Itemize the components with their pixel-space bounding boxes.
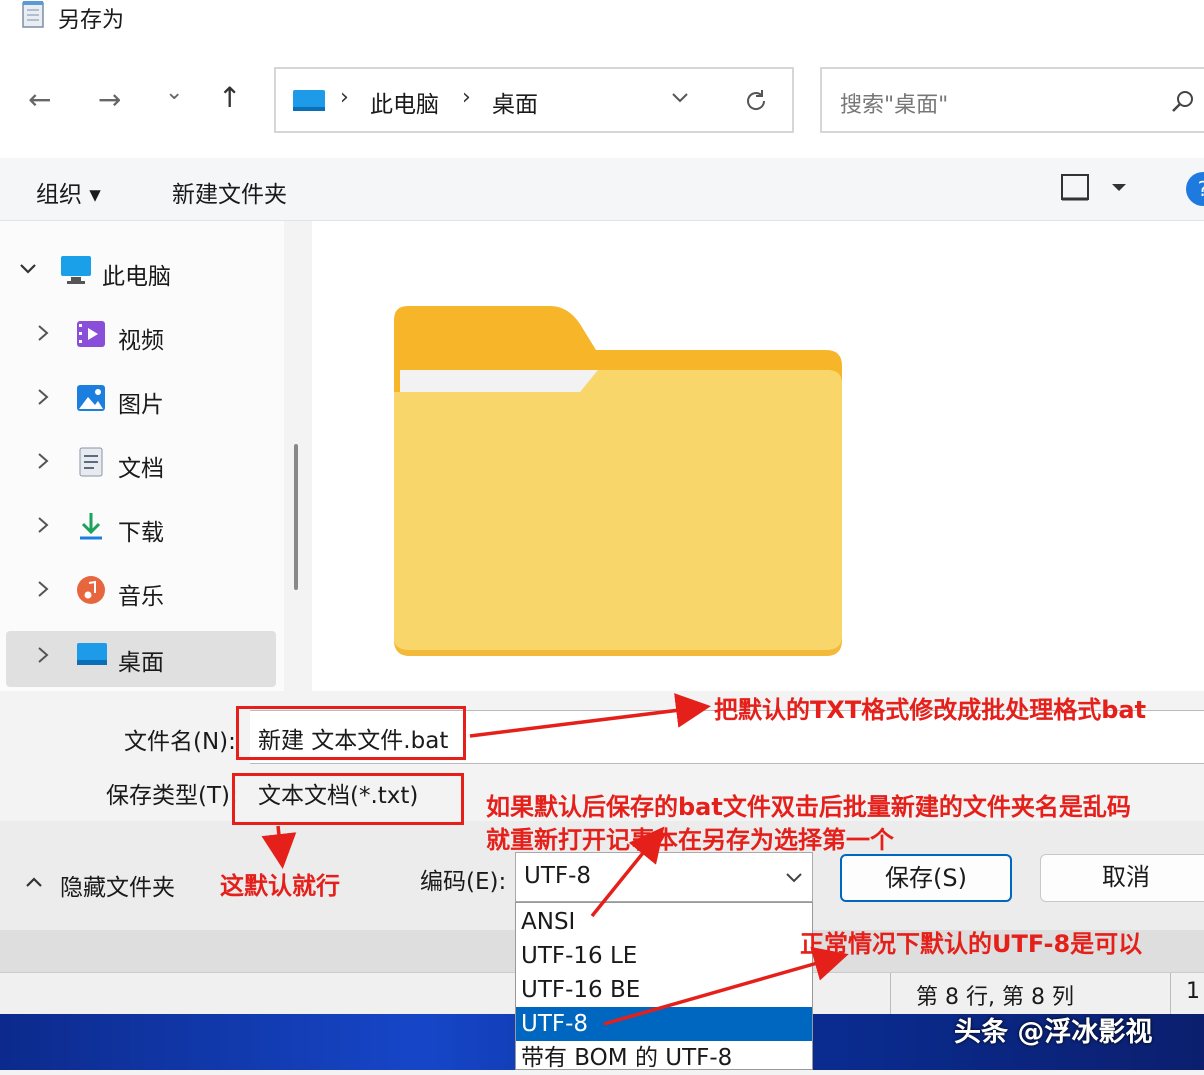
annotation-arrow-utf8 (603, 946, 849, 1026)
watermark: 头条 @浮冰影视 (954, 1017, 1153, 1048)
annotation-arrow-filename (469, 693, 711, 738)
annotation-text-2: 如果默认后保存的bat文件双击后批量新建的文件夹名是乱码 (486, 793, 1131, 821)
annotation-text-1: 把默认的TXT格式修改成批处理格式bat (714, 696, 1147, 724)
annotation-text-4: 这默认就行 (220, 872, 340, 900)
annotation-text-5: 正常情况下默认的UTF-8是可以 (800, 930, 1143, 958)
annotation-text-3: 就重新打开记事本在另存为选择第一个 (486, 826, 894, 854)
annotation-arrow-filetype (261, 825, 297, 869)
annotation-arrows (261, 693, 849, 1026)
